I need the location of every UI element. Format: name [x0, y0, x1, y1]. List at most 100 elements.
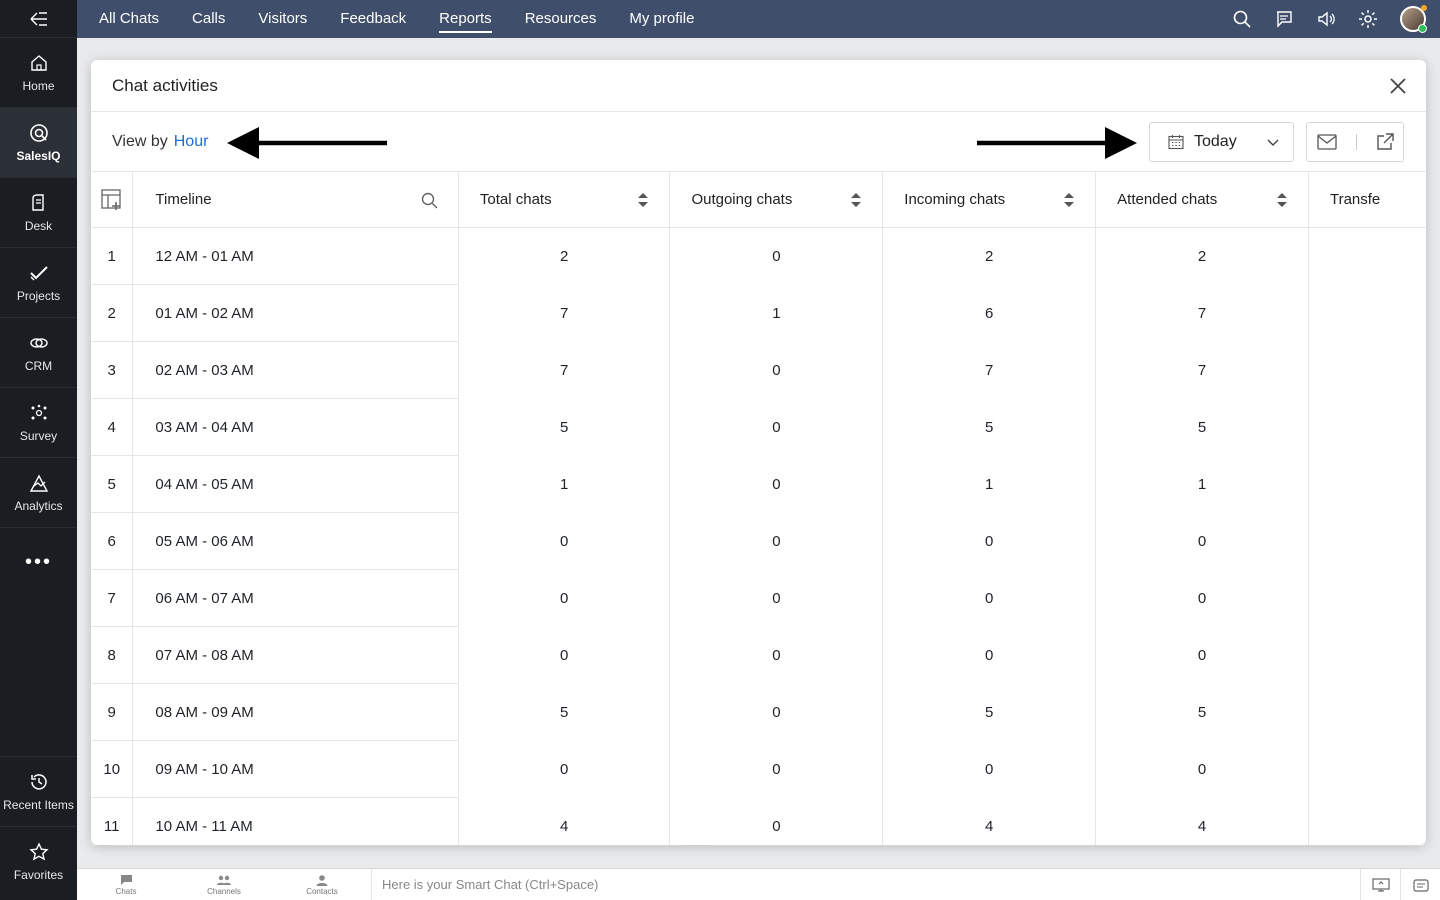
timeline-cell: 05 AM - 06 AM	[132, 512, 459, 570]
report-table: Timeline Total chats Outgoing chats Inco…	[91, 171, 1426, 845]
column-header-incoming-chats[interactable]: Incoming chats	[882, 171, 1097, 228]
messages-icon[interactable]	[1274, 9, 1294, 29]
smart-chat-input[interactable]: Here is your Smart Chat (Ctrl+Space)	[371, 868, 1360, 900]
table-row[interactable]: 1 12 AM - 01 AM 2 0 2 2	[91, 227, 1426, 285]
attended-chats-cell: 2	[1095, 227, 1309, 285]
app-sidebar: Home SalesIQ Desk Projects CRM Survey An…	[0, 0, 77, 900]
user-avatar[interactable]	[1400, 5, 1427, 33]
row-index: 7	[91, 569, 134, 627]
timeline-cell: 04 AM - 05 AM	[132, 455, 459, 513]
divider	[1355, 134, 1357, 150]
sidebar-item-analytics[interactable]: Analytics	[0, 457, 77, 527]
bottom-tab-chats[interactable]: Chats	[77, 874, 175, 896]
total-chats-cell: 4	[458, 797, 671, 845]
top-navigation: All Chats Calls Visitors Feedback Report…	[77, 0, 1440, 38]
table-row[interactable]: 5 04 AM - 05 AM 1 0 1 1	[91, 455, 1426, 513]
sort-icon[interactable]	[637, 192, 649, 208]
table-row[interactable]: 3 02 AM - 03 AM 7 0 7 7	[91, 341, 1426, 399]
more-apps-button[interactable]: •••	[0, 527, 77, 597]
table-row[interactable]: 11 10 AM - 11 AM 4 0 4 4	[91, 797, 1426, 845]
timeline-cell: 03 AM - 04 AM	[132, 398, 459, 456]
transferred-chats-cell	[1308, 285, 1426, 342]
total-chats-cell: 5	[458, 683, 671, 741]
column-header-total-chats[interactable]: Total chats	[458, 171, 671, 228]
incoming-chats-cell: 6	[882, 284, 1097, 342]
sidebar-item-projects[interactable]: Projects	[0, 247, 77, 317]
attended-chats-cell: 7	[1095, 284, 1309, 342]
total-chats-cell: 7	[458, 284, 671, 342]
search-icon[interactable]	[1232, 9, 1252, 29]
nav-my-profile[interactable]: My profile	[629, 0, 694, 38]
column-header-timeline[interactable]: Timeline	[132, 171, 459, 228]
sort-icon[interactable]	[850, 192, 862, 208]
column-header-transferred-chats[interactable]: Transfe	[1308, 171, 1426, 228]
table-row[interactable]: 2 01 AM - 02 AM 7 1 6 7	[91, 284, 1426, 342]
table-row[interactable]: 7 06 AM - 07 AM 0 0 0 0	[91, 569, 1426, 627]
transferred-chats-cell	[1308, 456, 1426, 513]
column-header-outgoing-chats[interactable]: Outgoing chats	[669, 171, 884, 228]
close-icon[interactable]	[1388, 76, 1408, 96]
analytics-icon	[29, 474, 48, 492]
row-index: 1	[91, 227, 134, 285]
sidebar-item-survey[interactable]: Survey	[0, 387, 77, 457]
nav-visitors[interactable]: Visitors	[258, 0, 307, 38]
column-header-attended-chats[interactable]: Attended chats	[1095, 171, 1309, 228]
table-row[interactable]: 10 09 AM - 10 AM 0 0 0 0	[91, 740, 1426, 798]
outgoing-chats-cell: 0	[669, 626, 884, 684]
row-index: 6	[91, 512, 134, 570]
sidebar-item-home[interactable]: Home	[0, 37, 77, 107]
email-icon[interactable]	[1316, 134, 1337, 150]
screen-share-button[interactable]	[1360, 868, 1400, 900]
sidebar-item-salesiq[interactable]: SalesIQ	[0, 107, 77, 177]
timeline-cell: 12 AM - 01 AM	[132, 227, 459, 285]
sidebar-item-label: CRM	[24, 358, 53, 373]
menu-collapse-button[interactable]	[0, 0, 77, 37]
nav-all-chats[interactable]: All Chats	[99, 0, 159, 38]
total-chats-cell: 2	[458, 227, 671, 285]
transferred-chats-cell	[1308, 342, 1426, 399]
report-table-container[interactable]: Timeline Total chats Outgoing chats Inco…	[91, 171, 1426, 845]
export-icon[interactable]	[1376, 133, 1394, 151]
nav-calls[interactable]: Calls	[192, 0, 225, 38]
outgoing-chats-cell: 0	[669, 683, 884, 741]
bottom-tab-contacts[interactable]: Contacts	[273, 874, 371, 896]
column-settings-cell[interactable]	[91, 171, 134, 228]
sidebar-item-crm[interactable]: CRM	[0, 317, 77, 387]
table-row[interactable]: 4 03 AM - 04 AM 5 0 5 5	[91, 398, 1426, 456]
total-chats-cell: 0	[458, 740, 671, 798]
sort-icon[interactable]	[1063, 192, 1075, 208]
search-icon[interactable]	[421, 192, 438, 209]
bot-button[interactable]	[1400, 868, 1440, 900]
transferred-chats-cell	[1308, 741, 1426, 798]
contact-icon	[316, 874, 328, 886]
transferred-chats-cell	[1308, 399, 1426, 456]
salesiq-icon	[29, 123, 48, 142]
sidebar-item-favorites[interactable]: Favorites	[0, 826, 77, 896]
attended-chats-cell: 4	[1095, 797, 1309, 845]
view-by-selector[interactable]: Hour	[174, 133, 209, 151]
outgoing-chats-cell: 0	[669, 740, 884, 798]
sidebar-item-desk[interactable]: Desk	[0, 177, 77, 247]
table-row[interactable]: 6 05 AM - 06 AM 0 0 0 0	[91, 512, 1426, 570]
nav-resources[interactable]: Resources	[525, 0, 597, 38]
sidebar-item-label: Desk	[24, 218, 53, 233]
total-chats-cell: 5	[458, 398, 671, 456]
view-by-label: View by	[112, 132, 168, 150]
incoming-chats-cell: 0	[882, 626, 1097, 684]
chat-activities-modal: Chat activities View by Hour Today Timel…	[91, 60, 1426, 845]
chat-bubble-icon	[120, 874, 132, 885]
table-row[interactable]: 8 07 AM - 08 AM 0 0 0 0	[91, 626, 1426, 684]
transferred-chats-cell	[1308, 570, 1426, 627]
outgoing-chats-cell: 0	[669, 797, 884, 845]
nav-feedback[interactable]: Feedback	[340, 0, 406, 38]
column-header-label: Total chats	[479, 191, 552, 208]
table-row[interactable]: 9 08 AM - 09 AM 5 0 5 5	[91, 683, 1426, 741]
gear-icon[interactable]	[1358, 9, 1378, 29]
sort-icon[interactable]	[1276, 192, 1288, 208]
announcement-icon[interactable]	[1316, 9, 1336, 29]
bottom-tab-channels[interactable]: Channels	[175, 874, 273, 896]
nav-reports[interactable]: Reports	[439, 0, 492, 38]
date-range-dropdown[interactable]: Today	[1149, 122, 1294, 162]
row-index: 11	[91, 797, 134, 845]
sidebar-item-recent-items[interactable]: Recent Items	[0, 756, 77, 826]
